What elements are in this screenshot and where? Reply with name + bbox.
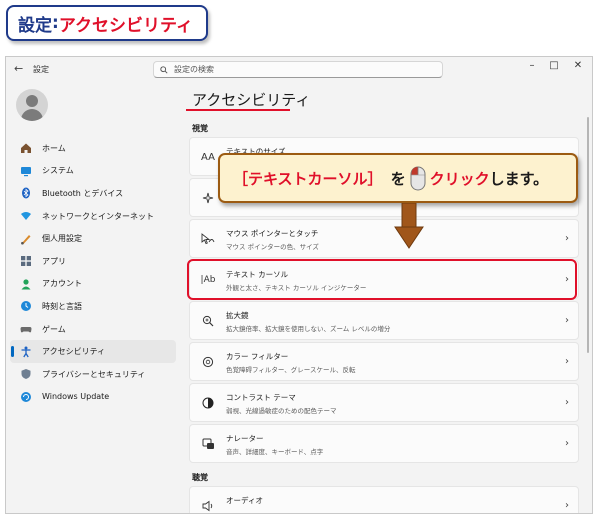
chevron-right-icon: › [565, 315, 569, 326]
sidebar-item-windows-update[interactable]: Windows Update [10, 386, 176, 409]
sidebar-item-time-language[interactable]: 時刻と言語 [10, 295, 176, 318]
left-click-mouse-icon [410, 166, 426, 190]
gaming-icon [19, 322, 33, 336]
chevron-right-icon: › [565, 397, 569, 408]
card-title: コントラスト テーマ [226, 393, 296, 402]
back-arrow-icon[interactable]: ← [14, 62, 23, 75]
system-icon [19, 164, 33, 178]
callout-tail: します。 [489, 169, 549, 188]
settings-window: ← 設定 設定の検索 – □ ✕ ホーム システム Bluetooth とデバイ… [5, 56, 593, 514]
section-vision: 視覚 [192, 124, 208, 133]
bluetooth-icon [19, 186, 33, 200]
windows-update-icon [19, 390, 33, 404]
sidebar-item-accessibility[interactable]: アクセシビリティ [10, 340, 176, 363]
down-arrow-icon [394, 203, 424, 249]
card-audio[interactable]: オーディオ › [189, 486, 579, 513]
close-icon[interactable]: ✕ [571, 60, 585, 71]
callout-particle: を [390, 169, 406, 188]
sidebar-item-home[interactable]: ホーム [10, 137, 176, 160]
sidebar-item-label: ネットワークとインターネット [42, 211, 154, 221]
title-bar: ← 設定 設定の検索 – □ ✕ [6, 57, 592, 81]
sidebar-item-label: ホーム [42, 143, 66, 153]
sidebar-item-network[interactable]: ネットワークとインターネット [10, 205, 176, 228]
privacy-icon [19, 367, 33, 381]
card-description: 拡大鏡倍率、拡大鏡を使用しない、ズーム レベルの増分 [226, 325, 391, 333]
card-narrator[interactable]: ナレーター 音声、詳細度、キーボード、点字 › [189, 424, 579, 463]
sidebar-item-label: アクセシビリティ [42, 347, 106, 357]
instruction-callout: ［テキストカーソル］ を クリック します。 [218, 153, 578, 203]
card-description: 色覚障碍フィルター、グレースケール、反転 [226, 366, 356, 374]
search-placeholder: 設定の検索 [174, 65, 214, 74]
card-color-filter[interactable]: カラー フィルター 色覚障碍フィルター、グレースケール、反転 › [189, 342, 579, 381]
card-contrast-theme[interactable]: コントラスト テーマ 弱視、光線過敏症のための配色テーマ › [189, 383, 579, 422]
color-filter-icon [200, 354, 216, 370]
visual-effects-icon [200, 190, 216, 206]
personalization-icon [19, 232, 33, 246]
mouse-pointer-icon [200, 231, 216, 247]
home-icon [19, 141, 33, 155]
sidebar-item-label: システム [42, 166, 74, 176]
card-mouse-pointer[interactable]: マウス ポインターとタッチ マウス ポインターの色、サイズ › [189, 219, 579, 258]
title-underline [186, 109, 290, 111]
sidebar-item-label: Windows Update [42, 392, 110, 402]
sidebar-item-accounts[interactable]: アカウント [10, 273, 176, 296]
card-description: 音声、詳細度、キーボード、点字 [226, 448, 324, 456]
sidebar-item-personalization[interactable]: 個人用設定 [10, 227, 176, 250]
heading-separator: : [52, 13, 59, 33]
time-language-icon [19, 299, 33, 313]
chevron-right-icon: › [565, 233, 569, 244]
heading-key: 設定 [18, 15, 52, 36]
avatar[interactable] [16, 89, 48, 121]
heading-badge: 設定 : アクセシビリティ [6, 5, 208, 41]
text-size-icon: AA [201, 151, 215, 163]
card-title: ナレーター [226, 434, 264, 443]
sidebar-item-label: Bluetooth とデバイス [42, 188, 124, 198]
sidebar-item-apps[interactable]: アプリ [10, 250, 176, 273]
apps-icon [19, 254, 33, 268]
card-magnifier[interactable]: 拡大鏡 拡大鏡倍率、拡大鏡を使用しない、ズーム レベルの増分 › [189, 301, 579, 340]
narrator-icon [200, 436, 216, 452]
card-description: マウス ポインターの色、サイズ [226, 243, 319, 251]
page-title: アクセシビリティ [192, 91, 311, 109]
section-hearing: 聴覚 [192, 473, 208, 482]
card-title: マウス ポインターとタッチ [226, 229, 319, 238]
sidebar-item-label: 時刻と言語 [42, 301, 82, 311]
chevron-right-icon: › [565, 500, 569, 511]
window-title: 設定 [33, 65, 49, 74]
magnifier-icon [200, 313, 216, 329]
sidebar-item-bluetooth[interactable]: Bluetooth とデバイス [10, 182, 176, 205]
chevron-right-icon: › [565, 438, 569, 449]
audio-icon [200, 498, 216, 513]
maximize-icon[interactable]: □ [547, 60, 561, 71]
accessibility-icon [19, 345, 33, 359]
sidebar-item-label: ゲーム [42, 324, 66, 334]
sidebar-nav: ホーム システム Bluetooth とデバイス ネットワークとインターネット … [10, 137, 176, 408]
callout-action: クリック [429, 169, 490, 188]
sidebar-item-system[interactable]: システム [10, 160, 176, 183]
card-title: カラー フィルター [226, 352, 289, 361]
heading-value: アクセシビリティ [58, 15, 193, 36]
callout-target: ［テキストカーソル］ [233, 169, 383, 188]
sidebar-item-label: プライバシーとセキュリティ [42, 369, 146, 379]
contrast-icon [200, 395, 216, 411]
scrollbar[interactable] [587, 117, 589, 353]
text-cursor-highlight [187, 259, 577, 300]
minimize-icon[interactable]: – [525, 60, 539, 71]
card-title: 拡大鏡 [226, 311, 249, 320]
card-description: 弱視、光線過敏症のための配色テーマ [226, 407, 337, 415]
sidebar-item-privacy[interactable]: プライバシーとセキュリティ [10, 363, 176, 386]
sidebar-item-gaming[interactable]: ゲーム [10, 318, 176, 341]
network-icon [19, 209, 33, 223]
sidebar-item-label: 個人用設定 [42, 234, 82, 244]
search-icon [160, 65, 168, 74]
account-icon [19, 277, 33, 291]
sidebar-item-label: アカウント [42, 279, 82, 289]
card-title: オーディオ [226, 496, 263, 505]
chevron-right-icon: › [565, 356, 569, 367]
search-box[interactable]: 設定の検索 [153, 61, 443, 78]
sidebar-item-label: アプリ [42, 256, 66, 266]
